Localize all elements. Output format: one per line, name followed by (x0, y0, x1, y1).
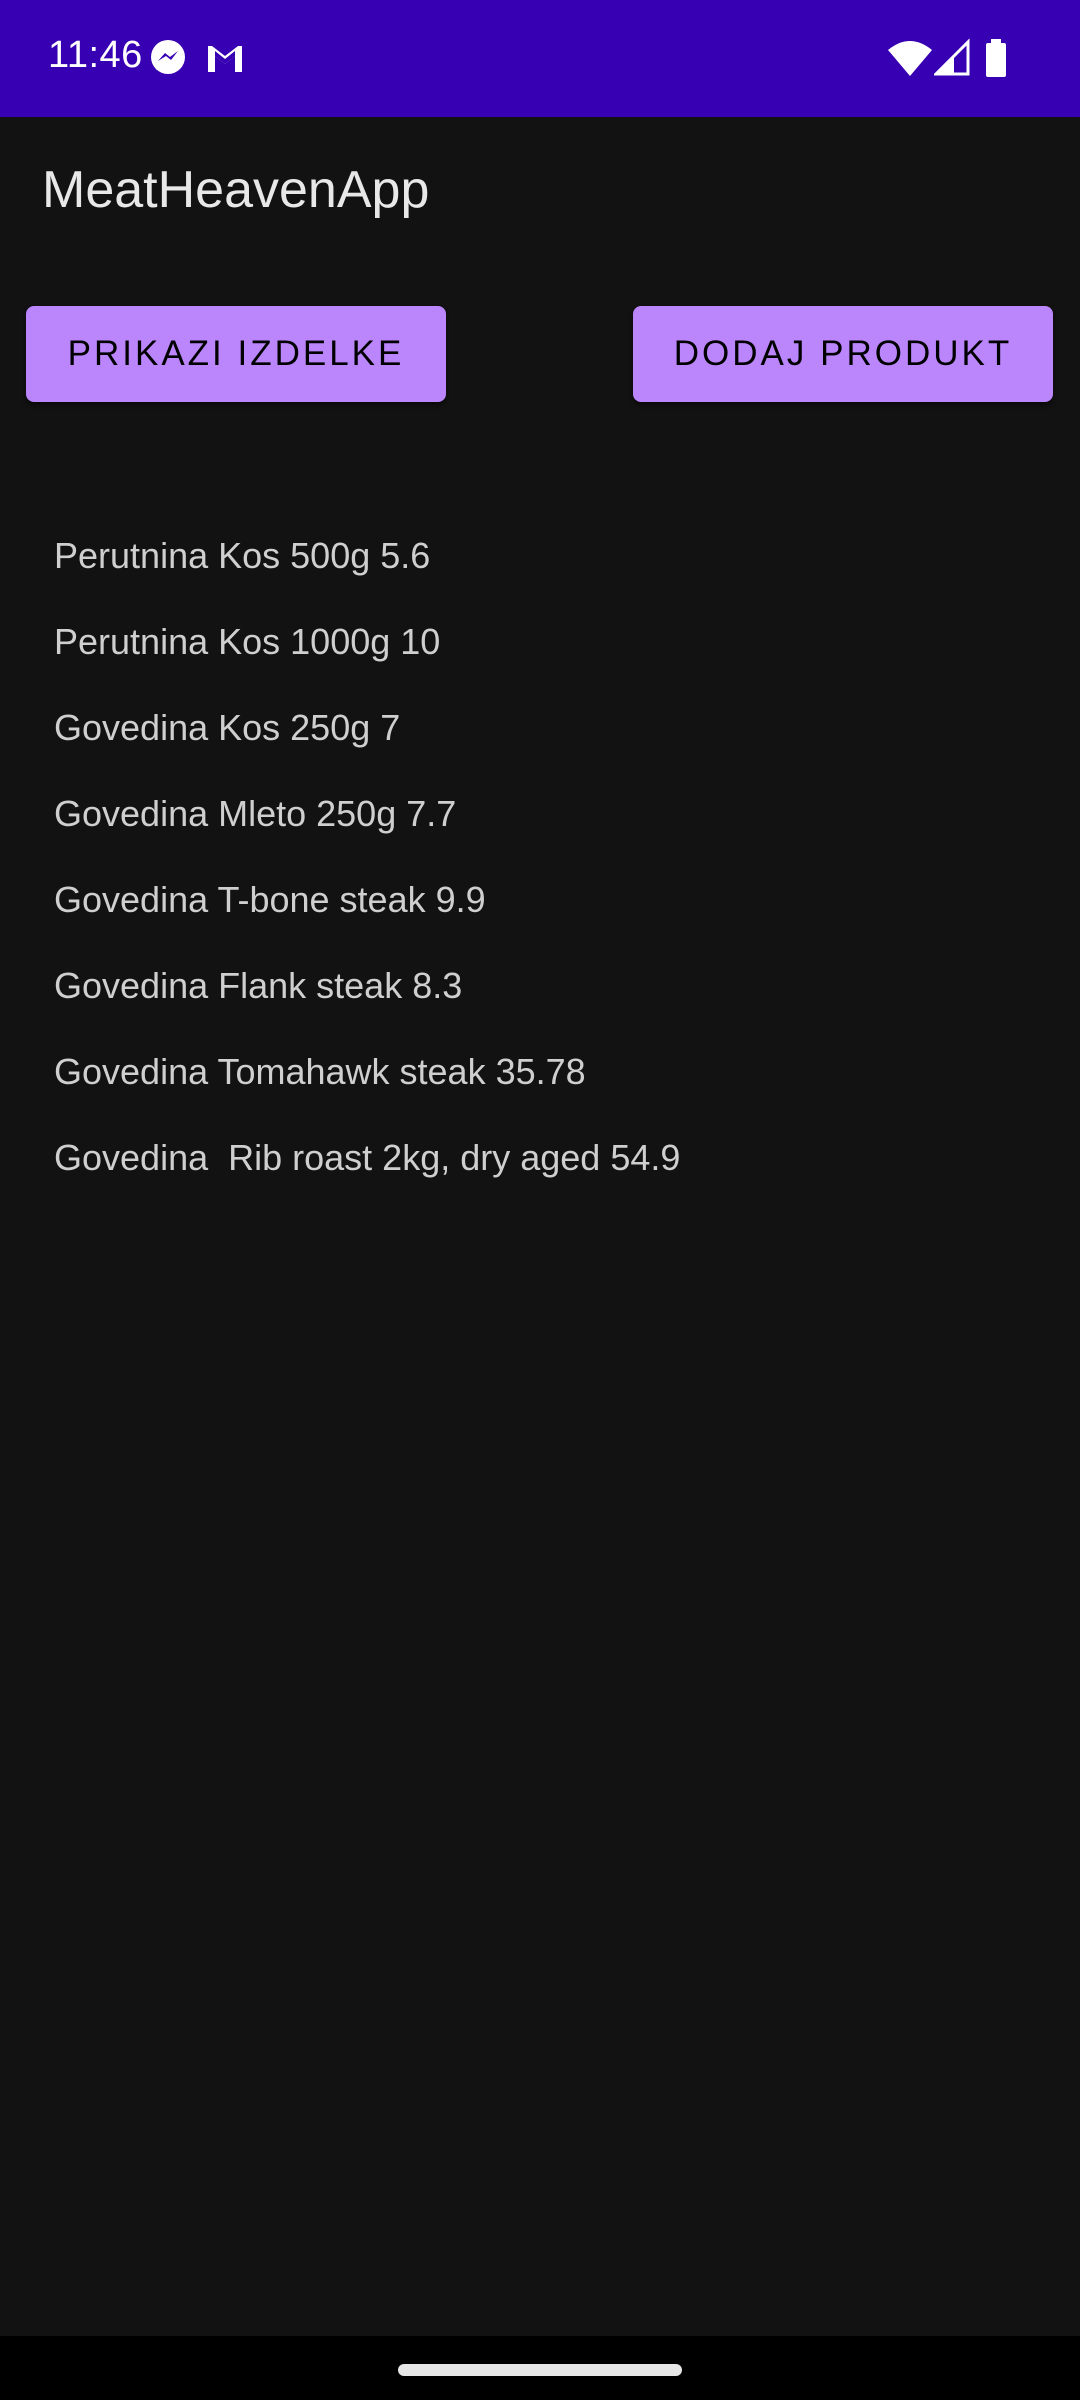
battery-icon (986, 39, 1006, 77)
app-title: MeatHeavenApp (42, 161, 430, 219)
list-item[interactable]: Govedina Kos 250g 7 (54, 692, 680, 778)
wifi-icon (888, 41, 932, 76)
navigation-bar (0, 2336, 1080, 2400)
add-product-button[interactable]: DODAJ PRODUKT (633, 306, 1053, 402)
gmail-icon (208, 46, 242, 72)
messenger-icon (151, 40, 185, 74)
product-list: Perutnina Kos 500g 5.6 Perutnina Kos 100… (54, 520, 680, 1208)
list-item[interactable]: Govedina T-bone steak 9.9 (54, 864, 680, 950)
list-item[interactable]: Perutnina Kos 500g 5.6 (54, 520, 680, 606)
home-gesture-handle[interactable] (398, 2364, 682, 2376)
app-screen: 11:46 MeatHeavenApp PRIKAZI IZDELKE DODA… (0, 0, 1080, 2400)
list-item[interactable]: Perutnina Kos 1000g 10 (54, 606, 680, 692)
signal-icon (934, 38, 970, 76)
status-time: 11:46 (48, 34, 143, 76)
status-bar: 11:46 (0, 0, 1080, 117)
list-item[interactable]: Govedina Flank steak 8.3 (54, 950, 680, 1036)
list-item[interactable]: Govedina Tomahawk steak 35.78 (54, 1036, 680, 1122)
list-item[interactable]: Govedina Mleto 250g 7.7 (54, 778, 680, 864)
show-products-button[interactable]: PRIKAZI IZDELKE (26, 306, 446, 402)
list-item[interactable]: Govedina Rib roast 2kg, dry aged 54.9 (54, 1122, 680, 1208)
